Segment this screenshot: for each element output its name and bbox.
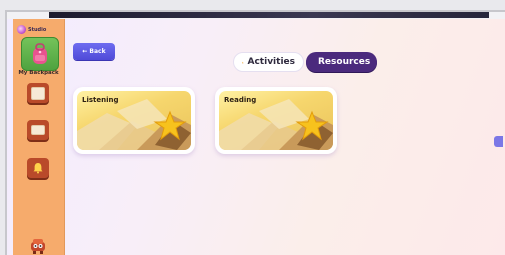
browser-bar — [49, 12, 489, 18]
sidebar-bell-button[interactable] — [27, 158, 49, 178]
tab-activities[interactable]: Activities — [233, 52, 304, 72]
window-top-strip — [7, 12, 505, 19]
backpack-label: My Backpack — [18, 70, 59, 76]
logo-icon — [17, 25, 26, 34]
back-button[interactable]: ← Back — [73, 43, 115, 60]
cone-icon — [242, 61, 244, 63]
arrow-left-icon: ← — [82, 48, 88, 55]
bell-icon — [33, 163, 43, 174]
sidebar: Studio My Backpack — [13, 19, 65, 255]
tab-resources[interactable]: Resources — [306, 52, 377, 72]
app-window: Studio My Backpack ← Back Activities Res… — [5, 10, 505, 255]
tab-activities-label: Activities — [247, 57, 296, 67]
sidebar-monitor-button[interactable] — [27, 120, 49, 140]
side-panel-toggle[interactable] — [494, 136, 503, 147]
card-thumbnail: Reading — [219, 91, 333, 150]
logo-text: Studio — [28, 26, 47, 33]
monitor-icon — [31, 125, 45, 135]
card-thumbnail: Listening — [77, 91, 191, 150]
resource-card-reading[interactable]: Reading — [215, 87, 337, 154]
card-title: Listening — [82, 96, 119, 104]
resource-card-listening[interactable]: Listening — [73, 87, 195, 154]
logo: Studio — [17, 25, 46, 34]
robot-character-icon[interactable] — [28, 238, 48, 254]
sidebar-book-button[interactable] — [27, 83, 49, 103]
backpack-icon — [33, 43, 47, 64]
card-title: Reading — [224, 96, 257, 104]
tab-resources-label: Resources — [318, 57, 371, 67]
back-label: Back — [89, 48, 106, 55]
backpack-button[interactable] — [21, 37, 59, 71]
book-icon — [31, 86, 45, 100]
main-stage: Studio My Backpack ← Back Activities Res… — [7, 19, 505, 255]
